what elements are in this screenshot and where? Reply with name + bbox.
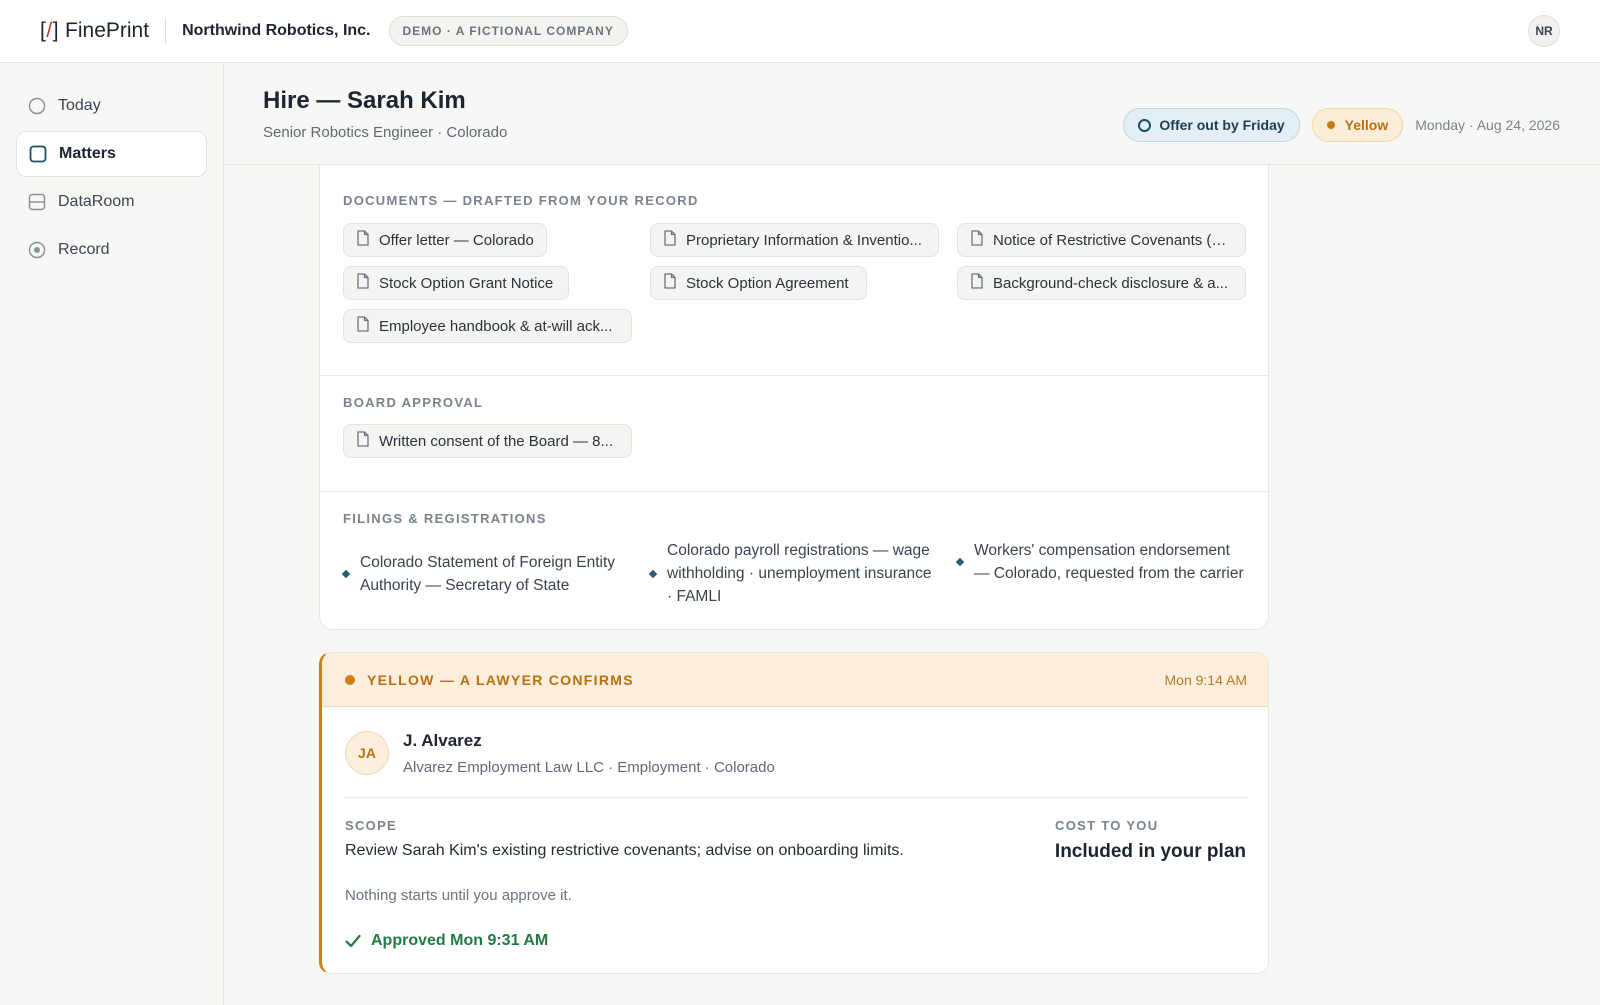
header-date: Monday · Aug 24, 2026 [1415,117,1560,133]
documents-label: DOCUMENTS — DRAFTED FROM YOUR RECORD [343,193,699,208]
company-name: Northwind Robotics, Inc. [182,22,371,39]
cost-label: COST TO YOU [1055,818,1159,833]
page-subtitle: Senior Robotics Engineer · Colorado [263,124,508,141]
deadline-text: Offer out by Friday [1159,117,1285,133]
document-title: Background-check disclosure & a... [993,274,1229,292]
sidebar-item-dataroom[interactable]: DataRoom [16,179,207,225]
diamond-bullet-icon [955,557,965,567]
filing-item: Workers' compensation endorsement — Colo… [955,539,1247,585]
scope-text: Review Sarah Kim's existing restrictive … [345,842,904,859]
diamond-bullet-icon [648,569,658,578]
section-divider [320,375,1270,376]
approved-status: Approved Mon 9:31 AM [345,932,548,950]
documents-section: DOCUMENTS — DRAFTED FROM YOUR RECORD [320,193,1270,208]
review-card-header: YELLOW — A LAWYER CONFIRMS Mon 9:14 AM [322,653,1268,707]
document-chip[interactable]: Notice of Restrictive Covenants (C... [957,223,1246,257]
review-title: YELLOW — A LAWYER CONFIRMS [367,671,634,688]
sidebar-item-matters[interactable]: Matters [16,131,207,177]
status-dot-icon [345,674,355,685]
filing-text: Workers' compensation endorsement — Colo… [974,542,1244,582]
sidebar-item-label: Record [58,241,110,258]
lawyer-review-card: YELLOW — A LAWYER CONFIRMS Mon 9:14 AM J… [319,652,1269,974]
diamond-bullet-icon [341,569,351,579]
status-badge: Yellow [1311,108,1404,142]
check-icon [345,934,361,948]
logo-text: FinePrint [65,19,150,42]
sidebar: Today Matters DataRoom Record [0,63,224,1005]
filings-label: FILINGS & REGISTRATIONS [343,511,547,526]
document-icon [356,431,370,451]
document-title: Stock Option Grant Notice [379,274,554,292]
card-divider [345,797,1247,798]
demo-badge: DEMO · A FICTIONAL COMPANY [388,16,628,46]
header-status-group: Offer out by Friday Yellow Monday · Aug … [1123,108,1560,142]
status-text: Yellow [1344,117,1389,133]
document-title: Proprietary Information & Inventio... [686,231,922,249]
square-icon [29,145,47,163]
drawer-icon [28,193,46,211]
document-title: Written consent of the Board — 8... [379,432,614,450]
logo-mark: [/] [40,19,60,42]
scope-label: SCOPE [345,818,398,833]
topbar-divider [165,18,167,44]
filing-text: Colorado Statement of Foreign Entity Aut… [360,554,616,594]
review-time: Mon 9:14 AM [1164,671,1248,688]
user-avatar[interactable]: NR [1528,15,1560,47]
document-chip[interactable]: Written consent of the Board — 8... [343,424,632,458]
board-approval-section: BOARD APPROVAL [320,395,1270,410]
document-chip[interactable]: Background-check disclosure & a... [957,266,1246,300]
page-header: Hire — Sarah Kim Senior Robotics Enginee… [225,63,1600,165]
document-icon [356,316,370,336]
status-dot-icon [1326,121,1335,129]
cost-value: Included in your plan [1054,841,1246,862]
filing-item: Colorado Statement of Foreign Entity Aut… [341,551,633,597]
ring-icon [1138,118,1152,132]
sidebar-item-record[interactable]: Record [16,227,207,273]
filing-text: Colorado payroll registrations — wage wi… [667,542,932,605]
filings-section: FILINGS & REGISTRATIONS [320,511,1270,526]
document-chip[interactable]: Stock Option Agreement [650,266,867,300]
document-icon [663,230,677,250]
document-chip[interactable]: Stock Option Grant Notice [343,266,569,300]
document-title: Offer letter — Colorado [379,231,534,249]
circle-icon [28,97,46,115]
document-icon [663,273,677,293]
approval-note: Nothing starts until you approve it. [345,887,572,904]
filing-item: Colorado payroll registrations — wage wi… [648,539,940,608]
sidebar-item-today[interactable]: Today [16,83,207,129]
document-title: Stock Option Agreement [686,274,849,292]
approved-text: Approved Mon 9:31 AM [371,932,549,949]
document-icon [970,230,984,250]
document-chip[interactable]: Employee handbook & at-will ack... [343,309,632,343]
document-icon [970,273,984,293]
section-divider [320,491,1270,492]
lawyer-name[interactable]: J. Alvarez [403,731,482,751]
lawyer-meta: Alvarez Employment Law LLC · Employment … [403,759,775,776]
deadline-badge: Offer out by Friday [1123,108,1300,142]
document-icon [356,273,370,293]
sidebar-item-label: Today [58,97,101,114]
sidebar-item-label: DataRoom [58,193,135,210]
matter-detail-panel: DOCUMENTS — DRAFTED FROM YOUR RECORD Off… [319,165,1270,630]
document-chip[interactable]: Offer letter — Colorado [343,223,547,257]
document-title: Employee handbook & at-will ack... [379,317,613,335]
board-approval-label: BOARD APPROVAL [343,395,484,410]
app-logo[interactable]: [/] FinePrint [40,19,149,43]
sidebar-item-label: Matters [59,145,116,162]
target-icon [28,241,46,259]
lawyer-avatar: JA [345,731,389,775]
top-bar: [/] FinePrint Northwind Robotics, Inc. D… [0,0,1600,63]
document-title: Notice of Restrictive Covenants (C... [993,231,1233,249]
document-icon [356,230,370,250]
page-title: Hire — Sarah Kim [263,87,466,114]
document-chip[interactable]: Proprietary Information & Inventio... [650,223,939,257]
